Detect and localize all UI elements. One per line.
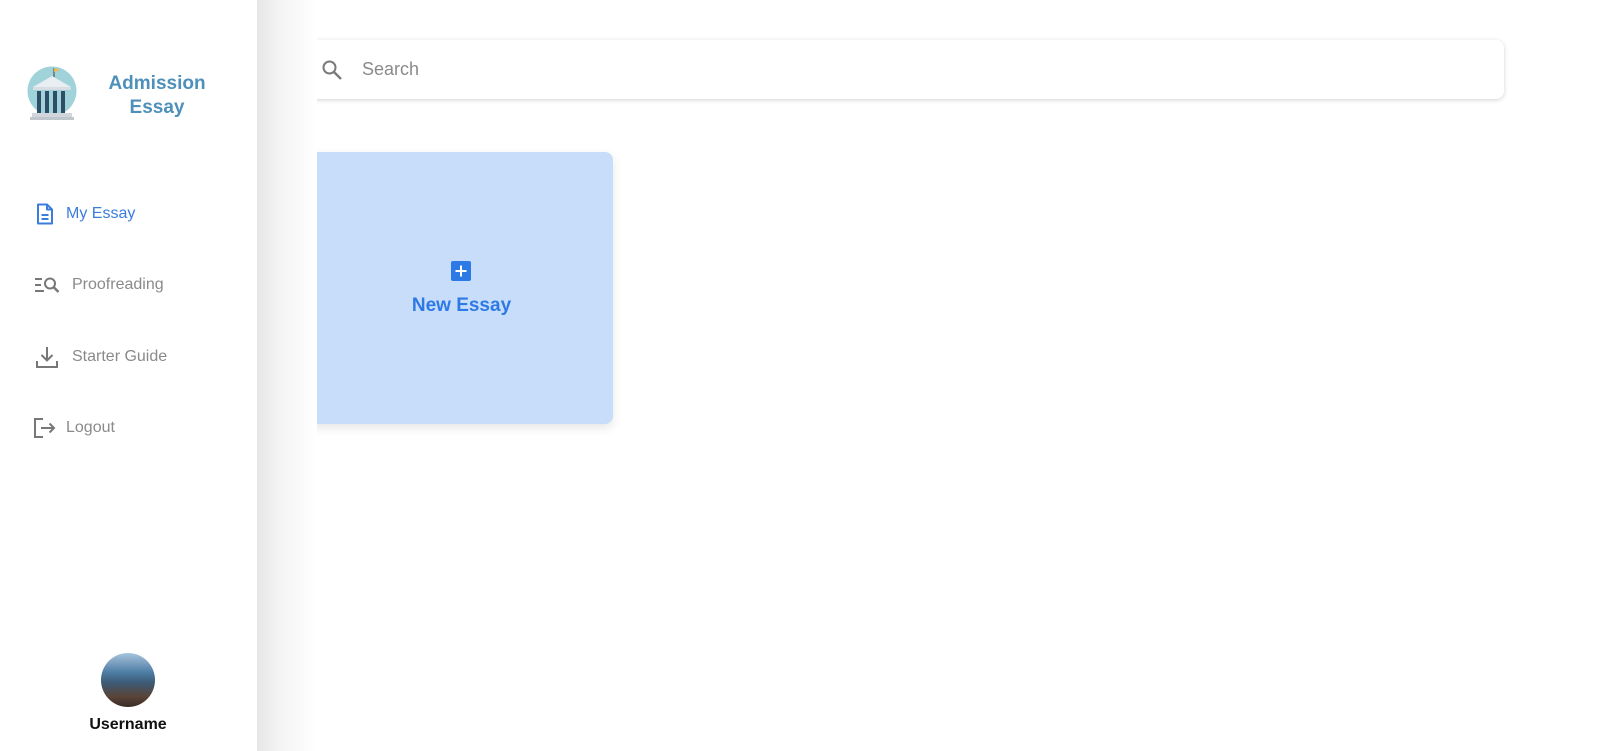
new-essay-card[interactable]: New Essay bbox=[310, 152, 613, 424]
plus-square-icon bbox=[451, 261, 471, 281]
sidebar-item-label: Starter Guide bbox=[72, 348, 168, 365]
download-icon bbox=[32, 344, 62, 370]
sidebar: Admission Essay My Essay Proofreading St… bbox=[0, 0, 257, 751]
brand-name: Admission Essay bbox=[108, 73, 206, 118]
sidebar-item-starter-guide[interactable]: Starter Guide bbox=[32, 342, 167, 372]
search-list-icon bbox=[32, 272, 62, 298]
user-profile[interactable]: Username bbox=[60, 653, 196, 734]
document-icon bbox=[32, 201, 58, 227]
bank-building-icon bbox=[27, 66, 77, 120]
new-essay-label: New Essay bbox=[411, 295, 512, 316]
sidebar-item-label: Proofreading bbox=[72, 276, 164, 293]
sidebar-item-my-essay[interactable]: My Essay bbox=[32, 199, 135, 229]
search-bar[interactable] bbox=[298, 40, 1504, 99]
username: Username bbox=[89, 716, 167, 733]
sidebar-shadow bbox=[257, 0, 317, 751]
sidebar-item-label: Logout bbox=[66, 419, 115, 436]
sidebar-item-logout[interactable]: Logout bbox=[32, 413, 115, 443]
search-icon[interactable] bbox=[320, 58, 344, 82]
logout-icon bbox=[32, 415, 58, 441]
brand-logo[interactable]: Admission Essay bbox=[27, 65, 247, 121]
search-input[interactable] bbox=[362, 59, 1442, 80]
sidebar-item-label: My Essay bbox=[66, 205, 136, 222]
sidebar-item-proofreading[interactable]: Proofreading bbox=[32, 270, 164, 300]
avatar[interactable] bbox=[101, 653, 155, 707]
